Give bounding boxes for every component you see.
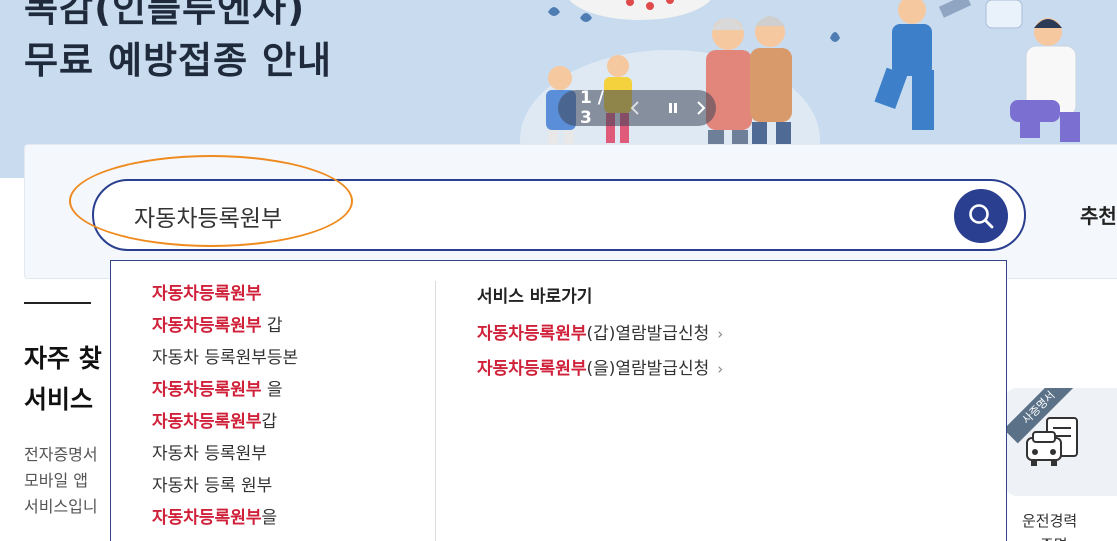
banner-title-line1: 독감(인플루엔자) <box>24 0 306 30</box>
section-title-line1: 자주 찾 <box>24 344 102 373</box>
section-title: 자주 찾 서비스 <box>24 338 102 420</box>
suggestion-item[interactable]: 자동차등록원부 <box>152 278 298 310</box>
chevron-right-icon: › <box>717 325 724 343</box>
pause-icon[interactable] <box>662 97 684 119</box>
chevron-right-icon: › <box>717 360 724 378</box>
banner-title-line2: 무료 예방접종 안내 <box>24 39 333 82</box>
doctor-figure <box>985 0 1080 142</box>
nurse-figure <box>874 0 972 130</box>
service-shortcut-link[interactable]: 자동차등록원부(갑)열람발급신청 › <box>477 317 723 352</box>
section-description: 전자증명서 모바일 앱 서비스입니 <box>24 442 98 520</box>
car-document-icon <box>1026 417 1078 466</box>
search-input[interactable] <box>134 199 914 233</box>
search-icon <box>969 204 994 229</box>
chevron-left-icon[interactable] <box>624 97 646 119</box>
recommend-label[interactable]: 추천 <box>1080 200 1117 229</box>
suggestion-item[interactable]: 자동차 등록원부 <box>152 438 298 470</box>
card-label-line1: 운전경력 <box>1022 512 1078 530</box>
section-divider <box>24 302 91 304</box>
dropdown-column-divider <box>435 281 436 541</box>
suggestion-list: 자동차등록원부 자동차등록원부 갑 자동차 등록원부등본 자동차등록원부 을 자… <box>152 278 298 534</box>
search-box[interactable] <box>92 179 1026 251</box>
section-desc-line3: 서비스입니 <box>24 497 98 516</box>
section-title-line2: 서비스 <box>24 385 94 414</box>
suggestion-item[interactable]: 자동차 등록원부등본 <box>152 342 298 374</box>
service-shortcut-link[interactable]: 자동차등록원부(을)열람발급신청 › <box>477 352 723 387</box>
suggestion-item[interactable]: 자동차 등록 원부 <box>152 470 298 502</box>
suggestion-item[interactable]: 자동차등록원부 을 <box>152 374 298 406</box>
chevron-right-icon[interactable] <box>690 97 712 119</box>
section-desc-line2: 모바일 앱 <box>24 471 88 490</box>
card-label-line2: 증명 <box>1040 534 1068 541</box>
autocomplete-dropdown: 자동차등록원부 자동차등록원부 갑 자동차 등록원부등본 자동차등록원부 을 자… <box>110 260 1007 541</box>
service-shortcut-list: 자동차등록원부(갑)열람발급신청 › 자동차등록원부(을)열람발급신청 › <box>477 317 723 387</box>
search-button[interactable] <box>954 189 1008 243</box>
suggestion-item[interactable]: 자동차등록원부을 <box>152 502 298 534</box>
services-title: 서비스 바로가기 <box>477 287 593 307</box>
suggestion-item[interactable]: 자동차등록원부갑 <box>152 406 298 438</box>
slider-controls: 1 / 3 <box>558 88 716 128</box>
suggestion-item[interactable]: 자동차등록원부 갑 <box>152 310 298 342</box>
section-desc-line1: 전자증명서 <box>24 445 98 464</box>
slide-counter: 1 / 3 <box>580 88 604 128</box>
service-card-driving-record[interactable]: 사증명서 <box>1005 388 1117 496</box>
